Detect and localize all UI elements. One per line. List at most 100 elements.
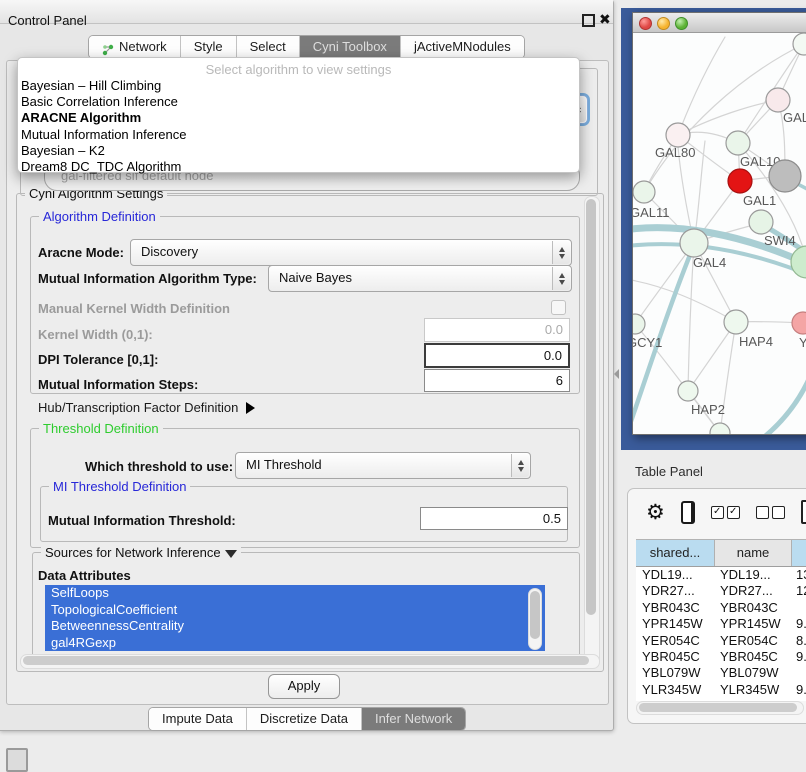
table-cell: YBR045C — [636, 649, 714, 665]
table-cell: 9. — [790, 682, 806, 698]
table-row[interactable]: YBL079WYBL079W — [636, 665, 806, 681]
mi-algorithm-type-label: Mutual Information Algorithm Type: — [38, 271, 257, 286]
table-cell: YBR043C — [714, 600, 790, 616]
network-node-SWI4[interactable] — [749, 210, 773, 234]
settings-horizontal-scrollbar[interactable] — [20, 654, 600, 669]
float-window-icon[interactable] — [582, 14, 595, 27]
tab-label: Cyni Toolbox — [313, 36, 387, 58]
close-icon[interactable]: ✖ — [599, 11, 611, 28]
attribute-item-selfloops[interactable]: SelfLoops — [45, 585, 545, 602]
mi-steps-input[interactable]: 6 — [424, 369, 570, 392]
network-node[interactable] — [769, 160, 801, 192]
algorithm-option-basic-correlation-inference[interactable]: Basic Correlation Inference — [18, 94, 579, 110]
gear-icon[interactable]: ⚙ — [646, 502, 665, 523]
settings-scrollbar-thumb[interactable] — [586, 199, 596, 615]
algorithm-dropdown-popup: Select algorithm to view settings Bayesi… — [17, 57, 580, 173]
which-threshold-label: Which threshold to use: — [85, 459, 233, 474]
table-hscrollbar-thumb[interactable] — [639, 703, 797, 712]
network-window-titlebar[interactable] — [633, 13, 806, 33]
network-node[interactable] — [793, 33, 806, 55]
column-header-shared[interactable]: shared... — [636, 540, 715, 566]
settings-vertical-scrollbar[interactable] — [584, 196, 600, 666]
control-panel-titlebar — [0, 0, 613, 24]
attributes-list-scrollbar[interactable] — [528, 588, 542, 650]
mi-threshold-input[interactable]: 0.5 — [420, 507, 568, 530]
hub-definition-toggle[interactable]: Hub/Transcription Factor Definition — [38, 400, 255, 415]
attributes-scrollbar-thumb[interactable] — [530, 591, 540, 639]
network-node-HAP4[interactable] — [724, 310, 748, 334]
tab-cyni-toolbox[interactable]: Cyni Toolbox — [300, 36, 401, 58]
column-header-name[interactable]: name — [715, 540, 792, 566]
which-threshold-combobox[interactable]: MI Threshold — [235, 452, 531, 479]
network-node-GAL1[interactable] — [728, 169, 752, 193]
table-row[interactable]: YDR27...YDR27...12 — [636, 583, 806, 599]
network-node-GAL4[interactable] — [680, 229, 708, 257]
algorithm-option-bayesian-hill-climbing[interactable]: Bayesian – Hill Climbing — [18, 78, 579, 94]
network-node-GAL80[interactable] — [666, 123, 690, 147]
network-node[interactable] — [791, 246, 806, 278]
network-node-GAL[interactable] — [766, 88, 790, 112]
control-panel-tabs: NetworkStyleSelect Cyni Toolbox jActiveMNo… — [88, 35, 525, 59]
table-row[interactable]: YLR345WYLR345W9. — [636, 682, 806, 698]
tab-jactivemnodules[interactable]: jActiveMNodules — [401, 36, 524, 58]
algorithm-option-mutual-information-inference[interactable]: Mutual Information Inference — [18, 127, 579, 143]
table-row[interactable]: YER054CYER054C8. — [636, 633, 806, 649]
panel-dock-icon[interactable] — [6, 748, 28, 772]
table-cell: YBL079W — [636, 665, 714, 681]
which-threshold-value: MI Threshold — [246, 453, 322, 477]
attribute-item-gal4rgexp[interactable]: gal4RGexp — [45, 635, 545, 652]
network-node-GAL10[interactable] — [726, 131, 750, 155]
select-all-columns-icon[interactable]: ✓✓ — [711, 506, 740, 519]
control-panel-title: Control Panel — [8, 11, 87, 31]
algorithm-definition-title: Algorithm Definition — [39, 209, 160, 224]
settings-hscrollbar-thumb[interactable] — [23, 656, 589, 665]
tab-network[interactable]: Network — [89, 36, 181, 58]
network-node-HAP2[interactable] — [678, 381, 698, 401]
apply-button[interactable]: Apply — [268, 674, 340, 699]
mi-algorithm-type-combobox[interactable]: Naive Bayes — [268, 265, 572, 292]
network-node-GCY1[interactable] — [633, 314, 645, 334]
table-row[interactable]: YBR043CYBR043C — [636, 600, 806, 616]
algorithm-option-aracne-algorithm[interactable]: ARACNE Algorithm — [18, 110, 579, 126]
minimize-traffic-light-icon[interactable] — [657, 17, 670, 30]
tab-label: jActiveMNodules — [414, 36, 511, 58]
table-cell: YDL19... — [714, 567, 790, 583]
node-label-GAL: GAL — [783, 110, 806, 125]
network-node-Y[interactable] — [792, 312, 806, 334]
columns-icon[interactable] — [681, 501, 695, 524]
attribute-item-topologicalcoefficient[interactable]: TopologicalCoefficient — [45, 602, 545, 619]
zoom-traffic-light-icon[interactable] — [675, 17, 688, 30]
tab-select[interactable]: Select — [237, 36, 300, 58]
data-attributes-list[interactable]: SelfLoopsTopologicalCoefficientBetweenne… — [45, 585, 545, 651]
table-row[interactable]: YPR145WYPR145W9. — [636, 616, 806, 632]
deselect-all-columns-icon[interactable] — [756, 506, 785, 519]
tab-infer-network[interactable]: Infer Network — [362, 708, 465, 730]
table-cell: 12 — [790, 583, 806, 599]
splitter-collapse-icon[interactable] — [614, 369, 619, 379]
attribute-item-betweennesscentrality[interactable]: BetweennessCentrality — [45, 618, 545, 635]
table-cell — [790, 600, 806, 616]
manual-kernel-checkbox[interactable] — [551, 300, 566, 315]
table-cell: YPR145W — [714, 616, 790, 632]
mi-threshold-group-title: MI Threshold Definition — [49, 479, 190, 494]
document-icon[interactable] — [801, 500, 806, 524]
aracne-mode-combobox[interactable]: Discovery — [130, 239, 572, 266]
network-node-GAL11[interactable] — [633, 181, 655, 203]
algorithm-option-dream8-dc-tdc-algorithm[interactable]: Dream8 DC_TDC Algorithm — [18, 159, 579, 175]
tab-impute-data[interactable]: Impute Data — [149, 708, 247, 730]
mi-steps-label: Mutual Information Steps: — [38, 377, 198, 392]
algorithm-option-bayesian-k2[interactable]: Bayesian – K2 — [18, 143, 579, 159]
dpi-tolerance-input[interactable]: 0.0 — [424, 343, 570, 368]
table-row[interactable]: YBR045CYBR045C9. — [636, 649, 806, 665]
table-horizontal-scrollbar[interactable] — [636, 701, 804, 715]
table-cell: YBR043C — [636, 600, 714, 616]
close-traffic-light-icon[interactable] — [639, 17, 652, 30]
tab-style[interactable]: Style — [181, 36, 237, 58]
network-canvas[interactable]: GALGAL80GAL10GAL1GAL11SWI4GAL4GCY1HAP4YH… — [633, 33, 806, 434]
column-header-A[interactable]: A — [792, 540, 806, 566]
data-attributes-label: Data Attributes — [38, 568, 131, 583]
collapse-down-arrow-icon[interactable] — [225, 550, 237, 558]
kernel-width-input[interactable]: 0.0 — [424, 318, 570, 342]
tab-discretize-data[interactable]: Discretize Data — [247, 708, 362, 730]
table-row[interactable]: YDL19...YDL19...13 — [636, 567, 806, 583]
